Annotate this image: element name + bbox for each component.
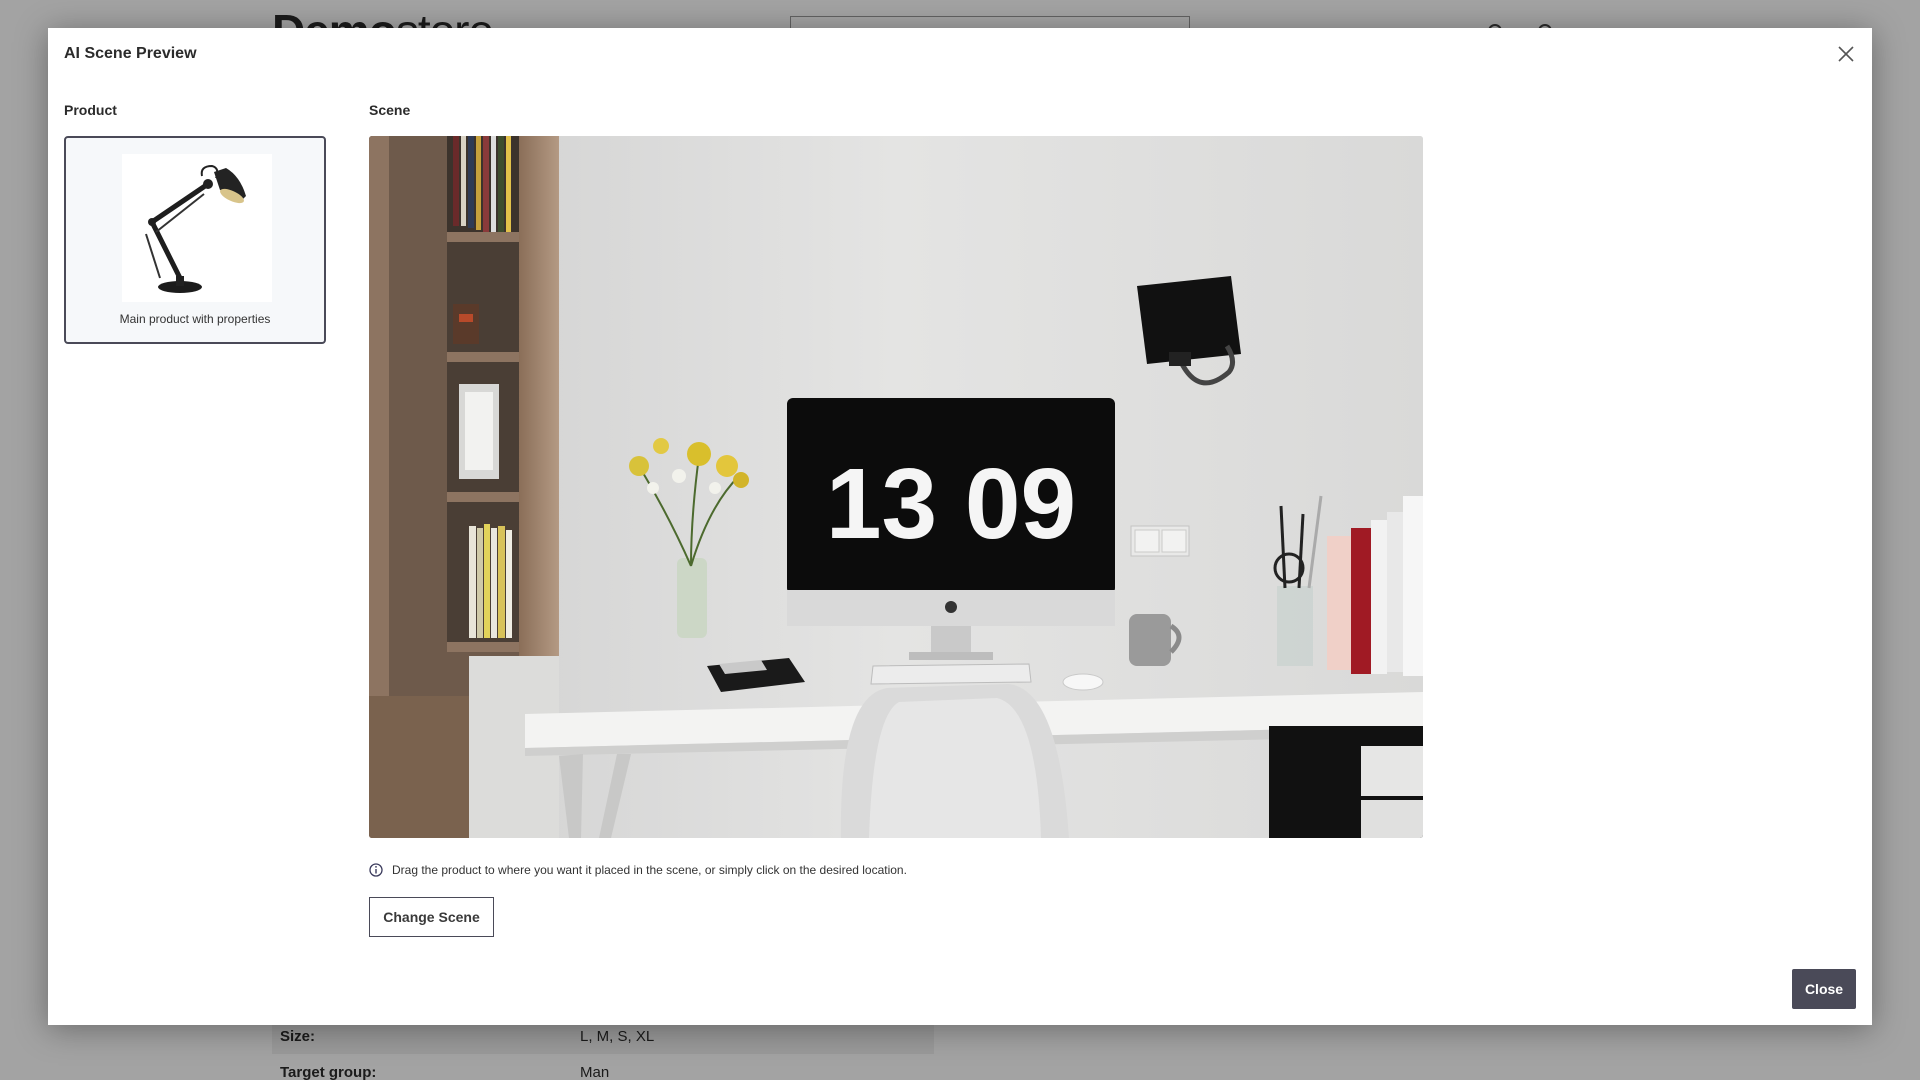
hint-text: Drag the product to where you want it pl… (392, 863, 907, 877)
close-button[interactable]: Close (1792, 969, 1856, 1009)
modal-close-button[interactable] (1832, 40, 1860, 68)
info-circle-icon (369, 863, 383, 877)
scene-clock-text: 13 09 (826, 448, 1076, 560)
scene-hint: Drag the product to where you want it pl… (369, 863, 907, 877)
product-section-label: Product (64, 102, 117, 118)
close-icon (1838, 46, 1854, 62)
product-caption: Main product with properties (119, 312, 271, 326)
product-card[interactable]: Main product with properties (64, 136, 326, 344)
change-scene-button[interactable]: Change Scene (369, 897, 494, 937)
ai-scene-preview-modal: AI Scene Preview Product Scene Main prod… (48, 28, 1872, 1025)
modal-title: AI Scene Preview (64, 45, 197, 62)
desk-lamp-image (145, 164, 246, 293)
scene-photo: 13 09 (369, 136, 1423, 838)
scene-image[interactable]: 13 09 (369, 136, 1423, 838)
scene-section-label: Scene (369, 102, 411, 118)
product-image (122, 154, 272, 302)
